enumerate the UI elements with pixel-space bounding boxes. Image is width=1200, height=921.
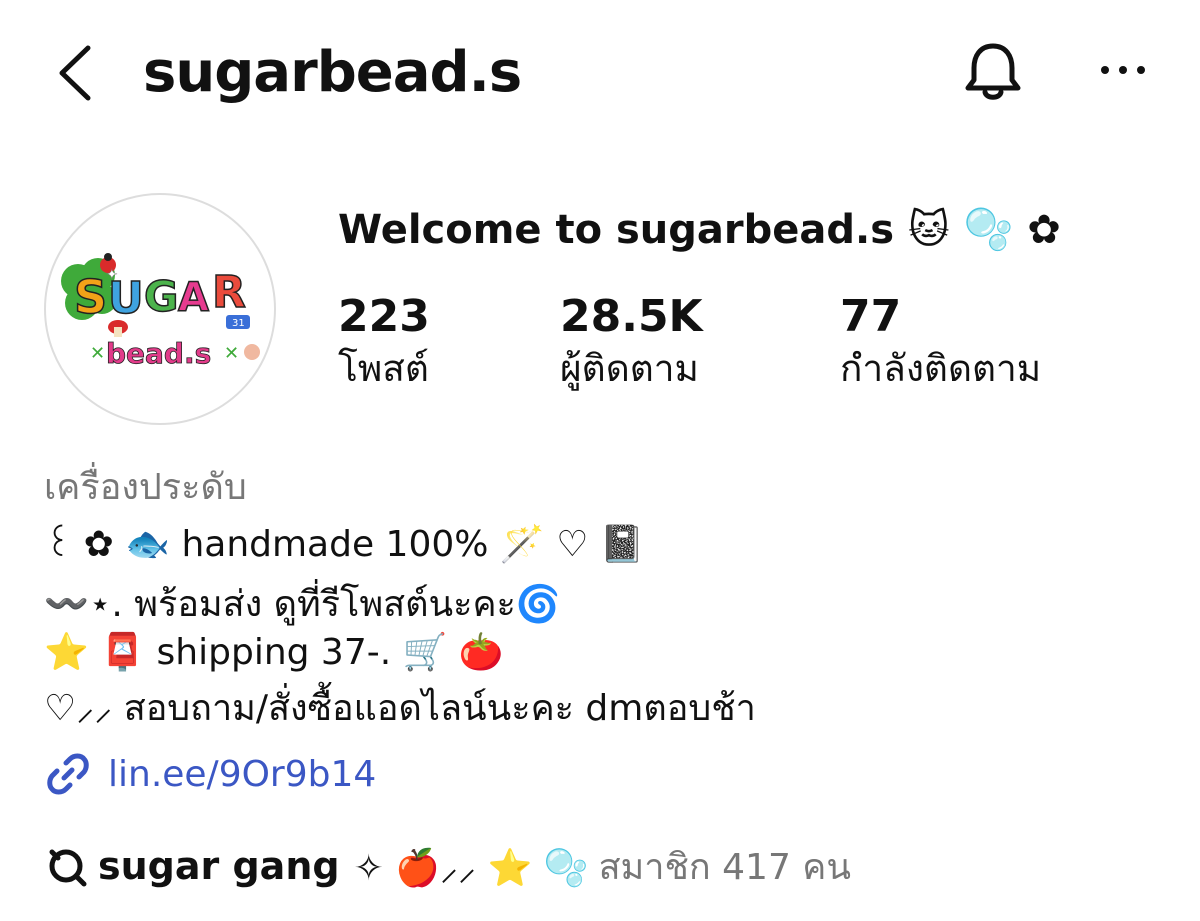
bell-icon xyxy=(965,43,1021,100)
svg-text:G: G xyxy=(144,272,178,321)
svg-text:bead.s: bead.s xyxy=(106,337,211,370)
channel-icon xyxy=(49,849,87,887)
link-text[interactable]: lin.ee/9Or9b14 xyxy=(108,754,376,795)
avatar-logo-image: S U G A R bead.s ✕ ✕ 31 ✦ xyxy=(61,253,260,370)
more-options-button[interactable] xyxy=(1093,40,1153,100)
stat-posts[interactable]: 223 โพสต์ xyxy=(338,290,430,394)
stat-value: 28.5K xyxy=(560,291,703,342)
link-icon xyxy=(47,753,89,795)
svg-text:✕: ✕ xyxy=(224,343,239,364)
stat-value: 223 xyxy=(338,291,430,342)
stat-label: โพสต์ xyxy=(338,347,429,390)
stat-label: กำลังติดตาม xyxy=(840,347,1042,390)
ellipsis-icon xyxy=(1101,66,1145,74)
svg-text:A: A xyxy=(178,275,209,321)
svg-text:31: 31 xyxy=(232,318,245,329)
chevron-left-icon xyxy=(59,45,91,101)
stat-value: 77 xyxy=(840,291,902,342)
bio-line: 〰️⋆. พร้อมส่ง ดูที่รีโพสต์นะคะ🌀 xyxy=(44,584,561,625)
broadcast-channel[interactable]: sugar gang ✧ 🍎⸝⸝ ⭐ 🫧 สมาชิก 417 คน xyxy=(44,836,851,896)
bio-link[interactable]: lin.ee/9Or9b14 xyxy=(44,746,376,802)
svg-text:✕: ✕ xyxy=(90,343,105,364)
bio-line: ⭐ 📮 shipping 37-. 🛒 🍅 xyxy=(44,632,504,673)
svg-text:R: R xyxy=(212,267,246,318)
profile-category: เครื่องประดับ xyxy=(44,467,247,508)
notifications-button[interactable] xyxy=(958,36,1028,106)
avatar[interactable]: S U G A R bead.s ✕ ✕ 31 ✦ xyxy=(44,193,276,425)
svg-text:✦: ✦ xyxy=(106,267,118,283)
stat-followers[interactable]: 28.5K ผู้ติดตาม xyxy=(560,290,703,394)
stat-following[interactable]: 77 กำลังติดตาม xyxy=(840,290,1041,394)
profile-handle: sugarbead.s xyxy=(143,40,522,105)
back-button[interactable] xyxy=(50,38,110,108)
stat-label: ผู้ติดตาม xyxy=(560,347,699,390)
channel-member-count: สมาชิก 417 คน xyxy=(598,846,852,888)
bio-line: ♡⸝⸝ สอบถาม/สั่งซื้อแอดไลน์นะคะ dmตอบช้า xyxy=(44,688,756,729)
svg-text:S: S xyxy=(74,270,107,324)
channel-decoration: ✧ 🍎⸝⸝ ⭐ 🫧 xyxy=(353,847,589,889)
display-name: Welcome to sugarbead.s 🐱 🫧 ✿ xyxy=(338,207,1061,253)
channel-name: sugar gang xyxy=(98,844,340,888)
bio-line: ꒰ ✿ 🐟 handmade 100% 🪄 ♡ 📓 xyxy=(44,524,645,565)
